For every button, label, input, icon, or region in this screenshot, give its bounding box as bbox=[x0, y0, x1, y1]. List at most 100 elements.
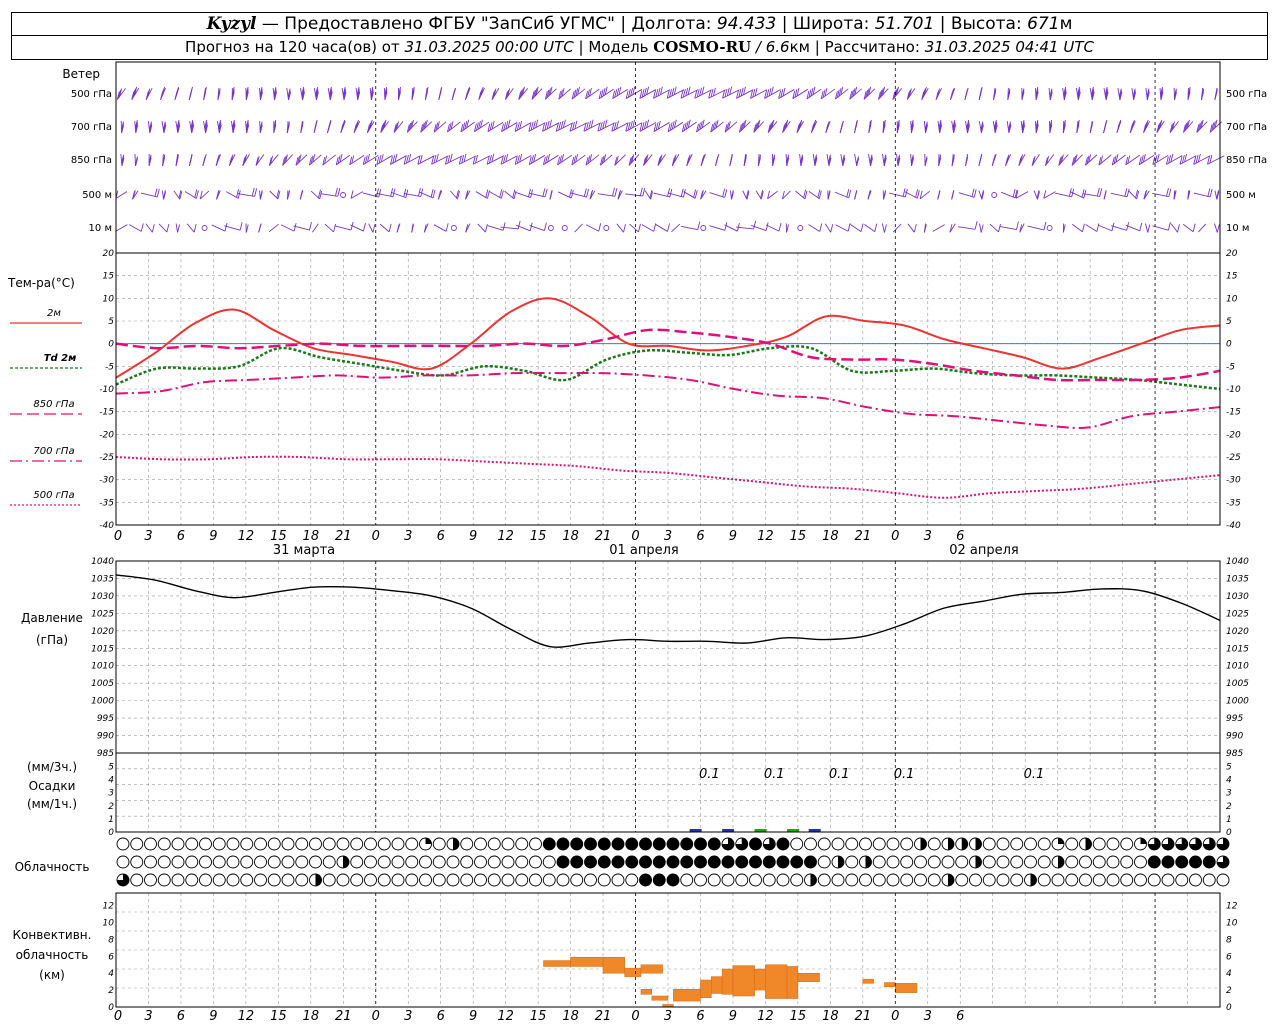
wind-barb-feather bbox=[1124, 188, 1128, 197]
wind-barb-feather bbox=[937, 190, 941, 199]
prec-ytick-right: 0 bbox=[1226, 828, 1232, 838]
cloud-cover-icon bbox=[1216, 873, 1230, 887]
cloud-cover-icon bbox=[474, 873, 487, 887]
cloud-fill-half bbox=[810, 874, 817, 886]
prec-ytick-left: 4 bbox=[108, 776, 114, 786]
temp-ytick-right: -20 bbox=[1226, 430, 1241, 440]
wind-barb bbox=[1111, 225, 1127, 231]
cloud-cover-icon bbox=[927, 837, 941, 851]
cloud-cover-icon bbox=[1010, 855, 1024, 869]
temp-ytick-right: 5 bbox=[1226, 317, 1232, 327]
conv-bar bbox=[640, 989, 653, 995]
conv-bar bbox=[640, 964, 663, 974]
wind-barb-feather bbox=[439, 86, 443, 96]
wind-barb bbox=[1125, 224, 1140, 232]
wind-barb bbox=[641, 224, 654, 232]
cloud-cover-icon bbox=[749, 855, 762, 869]
temp-ytick-right: -15 bbox=[1226, 408, 1241, 418]
temp-x-tick: 15 bbox=[270, 529, 287, 544]
wind-barb bbox=[655, 224, 668, 232]
wind-level-right: 500 м bbox=[1226, 190, 1256, 201]
pres-ytick-right: 990 bbox=[1226, 732, 1243, 742]
wind-barb bbox=[145, 223, 153, 233]
cloud-cover-icon bbox=[955, 873, 969, 887]
conv-yticks: 12 1210 108 86 64 42 20 0 bbox=[103, 902, 1238, 1013]
wind-barb bbox=[629, 223, 639, 233]
temp-ytick-left: -10 bbox=[99, 385, 114, 395]
wind-barb-feather bbox=[1139, 222, 1143, 231]
wind-barb-feather bbox=[846, 188, 850, 198]
cloud-fill-quarter bbox=[425, 838, 432, 844]
temp-title: Тем-ра(°C) bbox=[7, 276, 75, 290]
cloud-cover-icon bbox=[1051, 873, 1065, 887]
wind-barb-feather bbox=[883, 224, 887, 233]
cloud-cover-icon bbox=[1106, 837, 1120, 851]
conv-x-tick: 9 bbox=[469, 1009, 477, 1024]
temp-ytick-left: -15 bbox=[99, 408, 114, 418]
cloud-cover-icon bbox=[1147, 855, 1161, 869]
conv-x-tick: 3 bbox=[144, 1009, 152, 1024]
cloud-cover-icon bbox=[419, 855, 432, 869]
temp-xticks: 0 3 6 9 12 15 18 21 0 3 6 9 12 15 18 21 0 3 6 9 12 15 18 21 0 3 6 bbox=[114, 529, 965, 544]
cloud-cover-icon bbox=[804, 855, 817, 869]
conv-x-tick: 6 bbox=[437, 1009, 445, 1024]
cloud-cover-icon bbox=[831, 873, 845, 887]
wind-barb bbox=[334, 225, 352, 231]
wind-title: Ветер bbox=[62, 67, 100, 81]
precip-unit1: (мм/1ч.) bbox=[27, 797, 77, 811]
precip-annotation: 0.1 bbox=[894, 767, 915, 782]
wind-barb bbox=[487, 225, 504, 231]
cloud-cover-icon bbox=[254, 837, 267, 851]
conv-bar bbox=[602, 956, 625, 974]
cloud-cover-icon bbox=[556, 837, 570, 851]
cloud-cover-icon bbox=[515, 873, 529, 887]
conv-ytick-left: 8 bbox=[108, 935, 114, 945]
wind-barb-feather bbox=[251, 187, 255, 197]
wind-barb bbox=[1027, 225, 1045, 231]
cloud-title: Облачность bbox=[15, 860, 90, 874]
wind-barb bbox=[368, 223, 374, 233]
conv-x-tick: 3 bbox=[664, 1009, 672, 1024]
cloud-cover-icon bbox=[542, 837, 556, 851]
cloud-cover-icon bbox=[721, 873, 735, 887]
conv-x-tick: 6 bbox=[177, 1009, 185, 1024]
conv-x-tick: 12 bbox=[238, 1009, 255, 1024]
cloud-cover-icon bbox=[886, 873, 900, 887]
wind-barb bbox=[1085, 224, 1098, 232]
conv-x-tick: 6 bbox=[696, 1009, 704, 1024]
prec-ytick-left: 3 bbox=[108, 789, 114, 799]
cloud-cover-icon bbox=[914, 873, 927, 887]
wind-barb bbox=[280, 224, 295, 232]
temp-x-tick: 6 bbox=[956, 529, 964, 544]
cloud-fill-half bbox=[1058, 856, 1064, 868]
temp-yticks: 20 20 15 15 10 10 5 5 0 0 -5 -5 -10 -10 -15 -15 -20 -20 -2… bbox=[99, 249, 1241, 531]
conv-title1: Конвективн. bbox=[13, 928, 92, 942]
cloud-cover-icon bbox=[1065, 837, 1079, 851]
pres-ytick-right: 1035 bbox=[1226, 574, 1249, 584]
cloud-cover-icon bbox=[556, 873, 570, 887]
conv-x-tick: 3 bbox=[404, 1009, 412, 1024]
cloud-cover-icon bbox=[364, 855, 377, 869]
conv-x-tick: 21 bbox=[855, 1009, 872, 1024]
wind-barb-feather bbox=[667, 188, 670, 197]
cloud-cover-icon bbox=[432, 873, 446, 887]
temp-x-tick: 12 bbox=[238, 529, 255, 544]
temp-ytick-right: -5 bbox=[1226, 362, 1235, 372]
cloud-icons bbox=[116, 837, 1230, 887]
temp-ytick-right: 15 bbox=[1226, 272, 1238, 282]
cloud-cover-icon bbox=[377, 873, 391, 887]
cloud-cover-icon bbox=[900, 873, 914, 887]
cloud-cover-icon bbox=[831, 837, 845, 851]
temp-x-tick: 3 bbox=[664, 529, 672, 544]
calm-circle bbox=[991, 192, 998, 198]
cloud-cover-icon bbox=[955, 855, 969, 869]
wind-barb-feather bbox=[499, 189, 503, 198]
wind-barb bbox=[1145, 223, 1149, 233]
cloud-fill-half bbox=[865, 856, 872, 868]
cloud-fill-half bbox=[920, 838, 927, 850]
cloud-cover-icon bbox=[694, 873, 707, 887]
wind-barb bbox=[1072, 223, 1083, 233]
wind-barb-feather bbox=[1096, 223, 1100, 232]
cloud-cover-icon bbox=[776, 855, 790, 869]
conv-ytick-left: 2 bbox=[108, 986, 114, 996]
